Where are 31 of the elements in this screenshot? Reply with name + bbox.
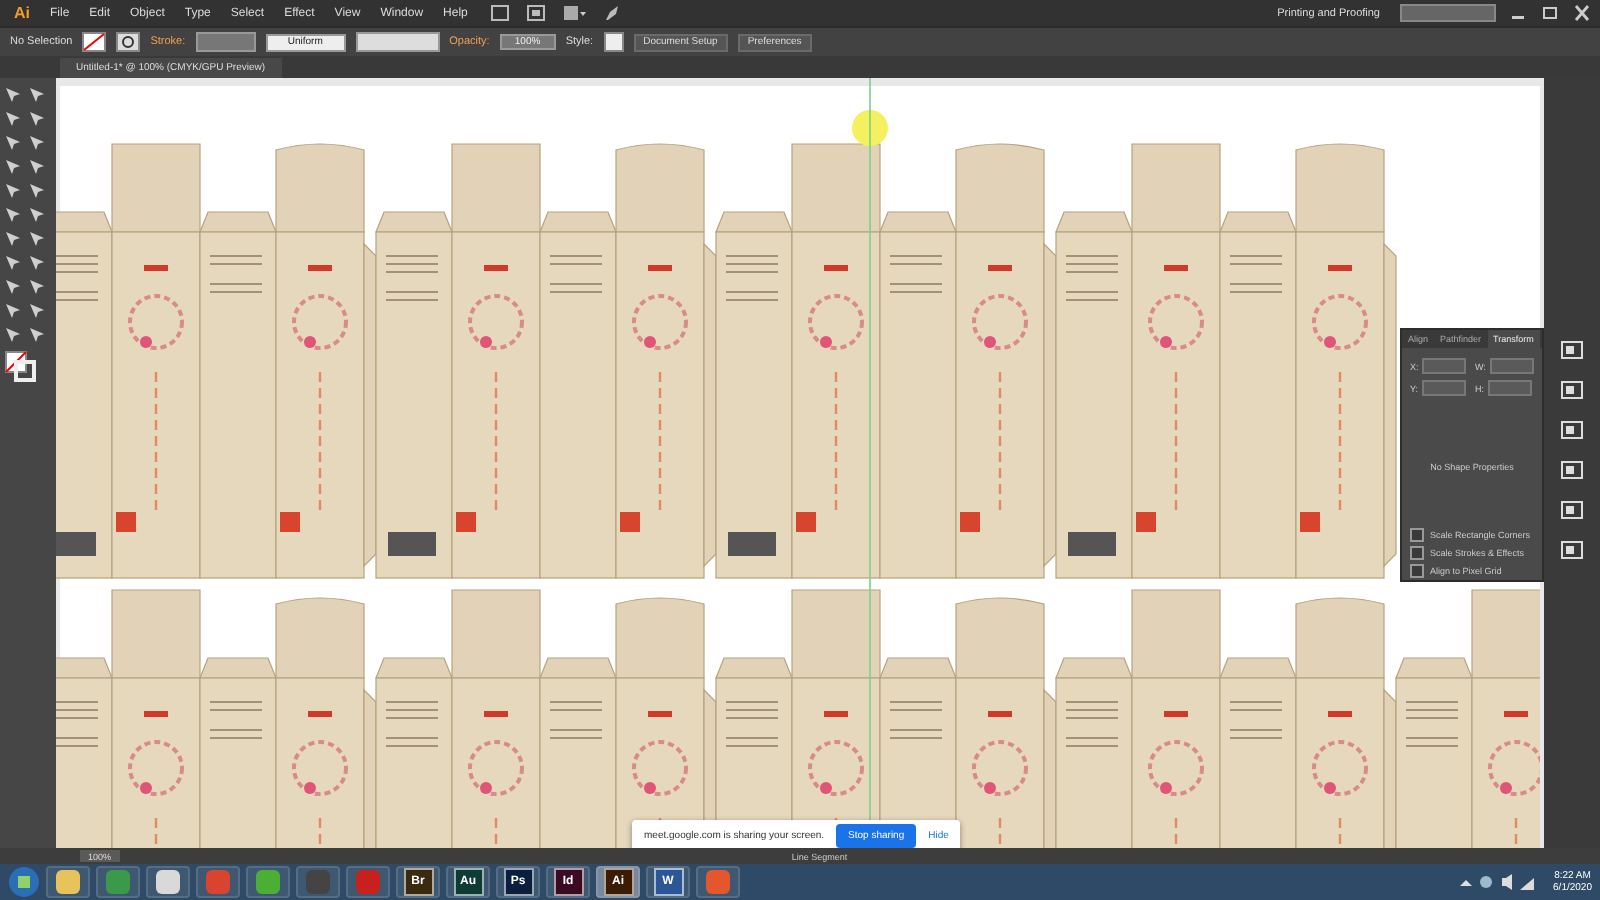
panel-icon[interactable] (1560, 458, 1584, 482)
checkbox[interactable] (1410, 528, 1424, 542)
fill-stroke-icon[interactable] (4, 350, 36, 382)
style-swatch-icon[interactable] (603, 32, 624, 52)
panel-icon[interactable] (1560, 338, 1584, 362)
cursor-highlight (852, 110, 888, 146)
search-field[interactable] (1400, 4, 1496, 22)
checkbox[interactable] (1410, 546, 1424, 560)
panel-icon[interactable] (1560, 418, 1584, 442)
bridge-icon[interactable] (489, 4, 510, 22)
transform-field[interactable] (1422, 358, 1467, 374)
panel-icon[interactable] (1560, 498, 1584, 522)
panel-icon[interactable] (1560, 378, 1584, 402)
arrange-icon[interactable] (561, 4, 586, 22)
start-button-icon[interactable] (8, 866, 40, 898)
panel-icon[interactable] (1560, 538, 1584, 562)
checkbox[interactable] (1410, 564, 1424, 578)
stroke-weight-field[interactable] (195, 32, 256, 52)
tray-icons[interactable] (1455, 872, 1536, 892)
transform-field[interactable] (1489, 358, 1534, 374)
fill-swatch-icon[interactable] (82, 32, 107, 52)
taskbar-app[interactable] (46, 866, 90, 898)
brush-field[interactable] (355, 32, 440, 52)
restore-icon[interactable] (1540, 4, 1560, 22)
taskbar-app[interactable] (246, 866, 290, 898)
close-icon[interactable] (1572, 4, 1592, 22)
app-logo: Ai (12, 4, 32, 22)
transform-field[interactable] (1488, 380, 1532, 396)
taskbar-app[interactable] (146, 866, 190, 898)
transform-field[interactable] (1422, 380, 1467, 396)
stroke-swatch-icon[interactable] (116, 32, 141, 52)
